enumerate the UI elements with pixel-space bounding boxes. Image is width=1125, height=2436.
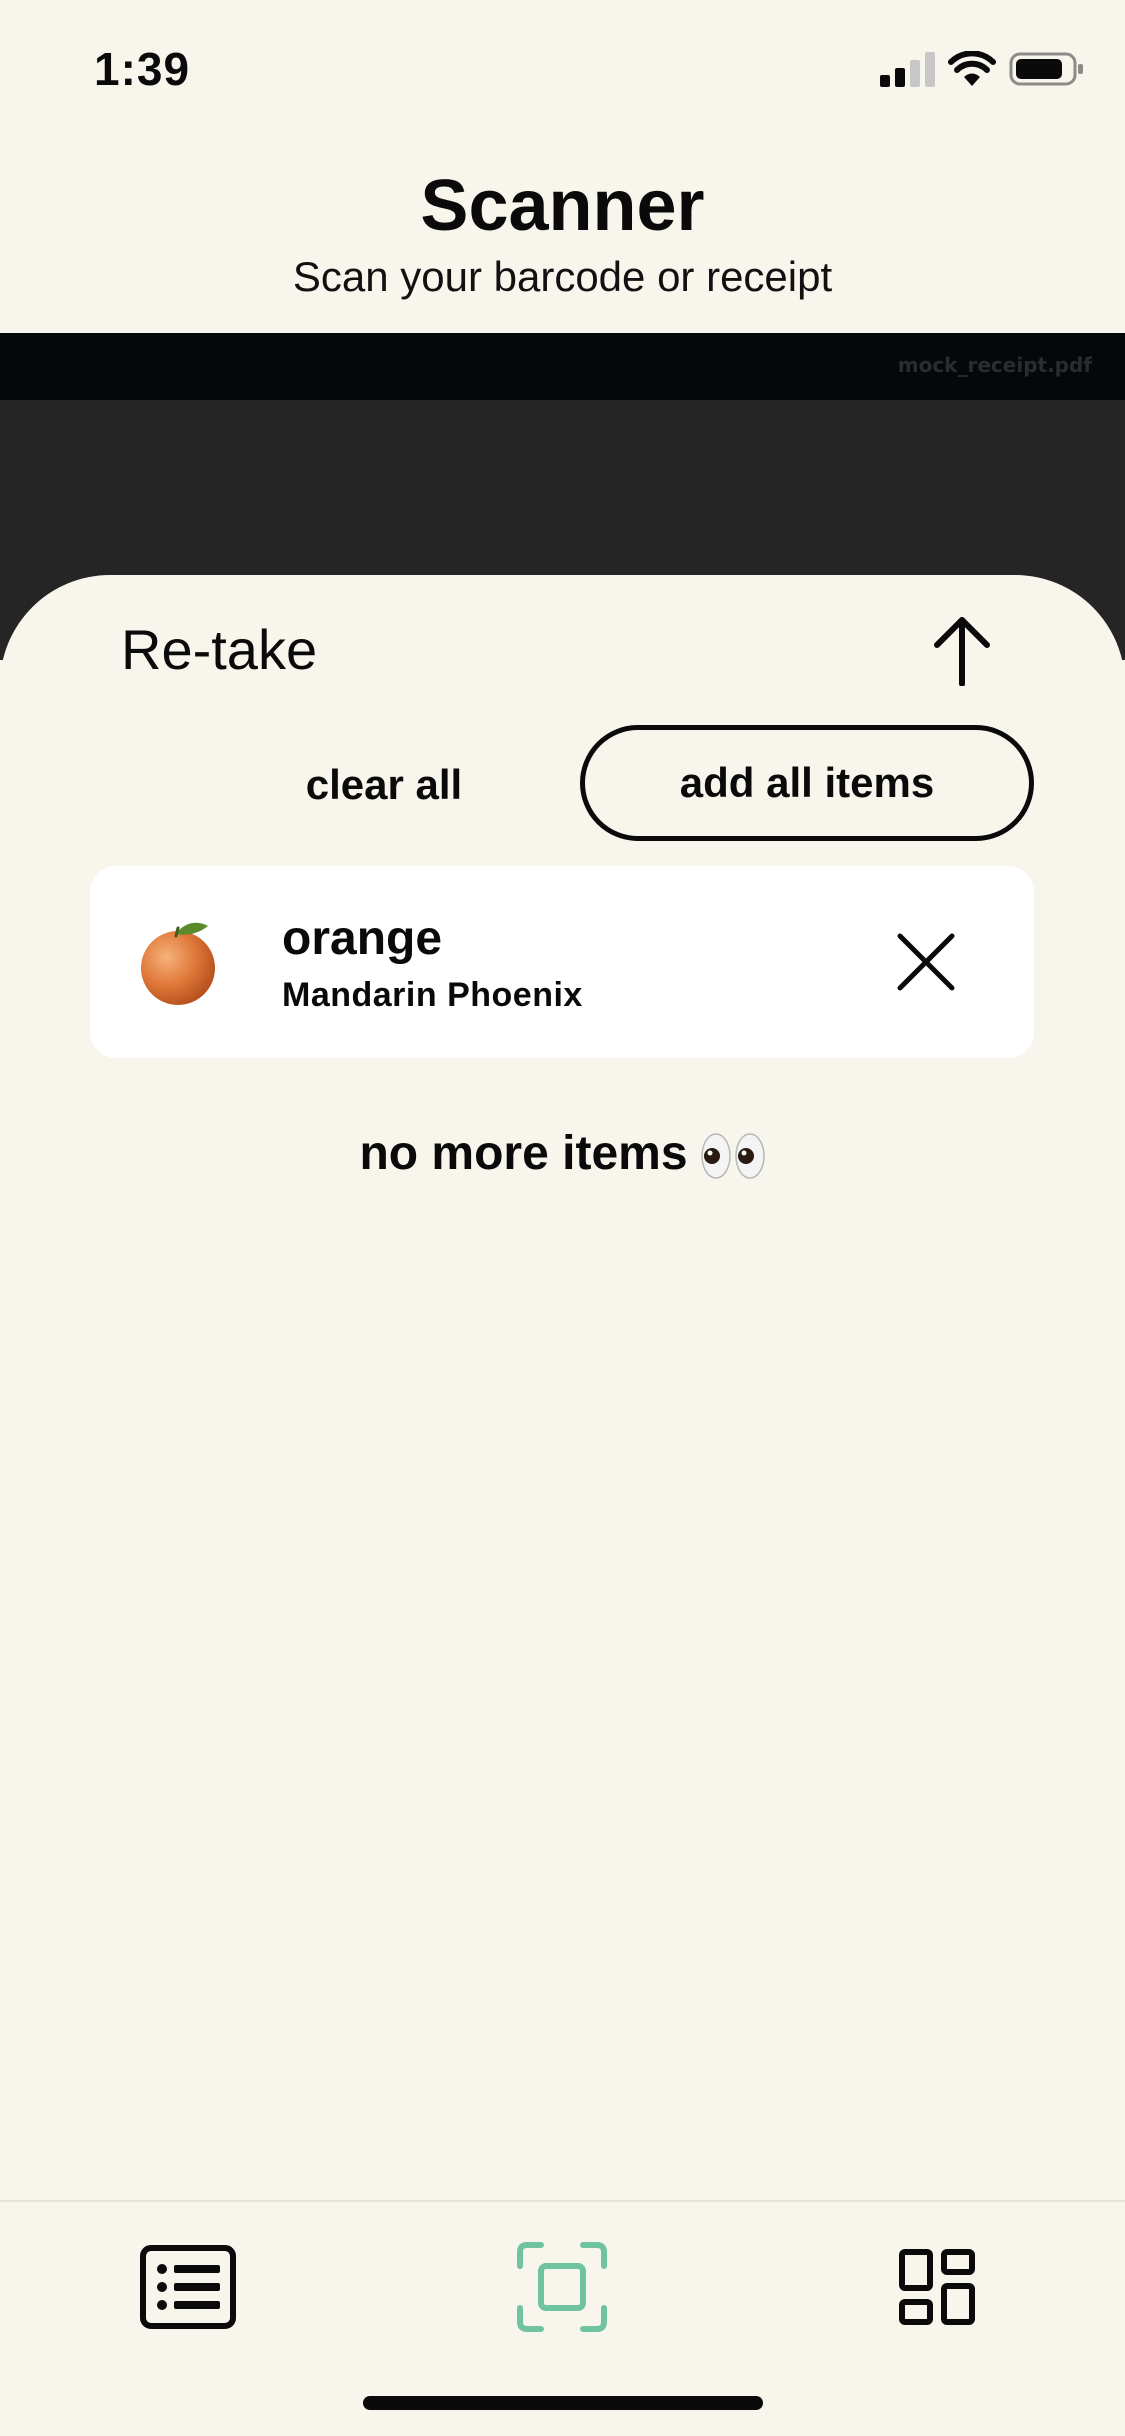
scan-icon [517,2242,607,2332]
orange-fruit-icon [141,922,215,1005]
list-item[interactable]: orange Mandarin Phoenix [90,866,1034,1058]
clear-all-button[interactable]: clear all [268,747,500,823]
camera-filename: mock_receipt.pdf [897,353,1092,377]
page-subtitle: Scan your barcode or receipt [292,253,833,300]
close-icon [897,933,955,991]
battery-icon [1009,52,1083,86]
cellular-signal-icon [880,52,935,87]
item-brand: Mandarin Phoenix [282,976,583,1014]
retake-button[interactable]: Re-take [121,615,317,685]
tab-scanner[interactable] [507,2232,617,2342]
home-indicator [363,2396,763,2410]
arrow-up-icon [934,617,990,686]
tab-dashboard[interactable] [882,2232,992,2342]
wifi-icon [948,51,996,86]
status-time: 1:39 [94,43,191,95]
end-of-list-text: no more items [359,1127,688,1180]
remove-item-button[interactable] [890,926,962,998]
dashboard-icon [899,2249,975,2325]
status-bar: 1:39 [0,0,1125,130]
add-all-items-button[interactable]: add all items [580,725,1034,841]
list-icon [140,2245,236,2329]
eyes-icon [700,1133,765,1180]
page-title: Scanner [420,166,705,246]
camera-viewfinder-top: mock_receipt.pdf [0,333,1125,400]
item-name: orange [282,912,443,965]
tab-list[interactable] [133,2232,243,2342]
end-of-list-message: no more items [0,1124,1125,1184]
expand-sheet-button[interactable] [922,609,1002,691]
